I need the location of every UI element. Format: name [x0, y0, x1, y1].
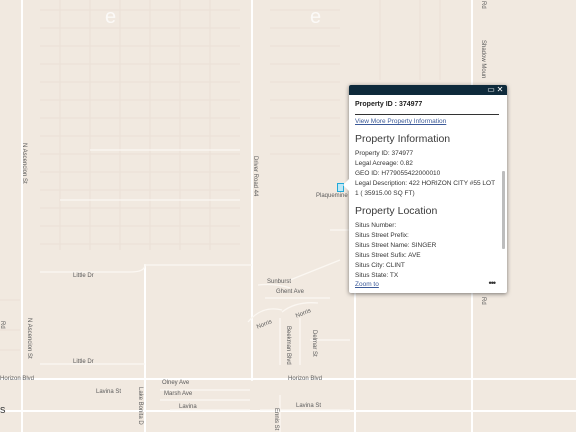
- road-label: Rd: [480, 297, 486, 305]
- popup-pointer: [343, 179, 349, 191]
- road-label: Marsh Ave: [164, 391, 193, 397]
- road-label: Lavina St: [296, 403, 322, 409]
- legal-acreage-row: Legal Acreage: 0.82: [355, 160, 413, 167]
- zoom-to-link[interactable]: Zoom to: [355, 281, 379, 288]
- more-actions-icon[interactable]: •••: [489, 278, 497, 288]
- property-popup: ▭ ✕ Property ID : 374977 View More Prope…: [343, 85, 507, 293]
- situs-state-row: Situs State: TX: [355, 272, 399, 279]
- road-label: Sunburst: [267, 279, 292, 285]
- popup-scrollbar[interactable]: [502, 129, 505, 329]
- scrollbar-thumb[interactable]: [502, 171, 505, 249]
- road-label: Horizon Blvd: [288, 376, 323, 382]
- road-label: Ennis St: [273, 408, 279, 431]
- road-label: Lavina St: [96, 389, 122, 395]
- situs-number-row: Situs Number:: [355, 222, 397, 229]
- road-label: Horizon Blvd: [0, 376, 35, 382]
- section-heading-property-information: Property Information: [355, 133, 451, 145]
- popup-content[interactable]: View More Property Information Property …: [355, 118, 499, 281]
- popup-title: Property ID : 374977: [355, 101, 423, 108]
- map-view[interactable]: e e N Ascencion St Driver Road 44 Shadow…: [0, 0, 576, 432]
- popup-header: ▭ ✕: [349, 85, 507, 95]
- legal-description-row: Legal Description: 422 HORIZON CITY #55 …: [355, 180, 495, 197]
- situs-street-name-row: Situs Street Name: SINGER: [355, 242, 437, 249]
- geo-id-row: GEO ID: H779055422000010: [355, 170, 441, 177]
- road-label: Little Dr: [73, 359, 94, 365]
- view-more-link[interactable]: View More Property Information: [355, 118, 499, 125]
- road-label: Lake Bonita D: [137, 387, 143, 425]
- road-label: Rd: [0, 321, 5, 329]
- map-watermark-label: e: [310, 6, 322, 28]
- popup-divider: [355, 114, 499, 115]
- situs-street-prefix-row: Situs Street Prefix:: [355, 232, 409, 239]
- road-label: Lavina: [179, 404, 197, 410]
- road-label: Ghent Ave: [276, 289, 304, 295]
- road-label: Shadow Moun: [480, 40, 486, 79]
- maximize-icon[interactable]: ▭: [487, 86, 495, 94]
- road-label: Olney Ave: [162, 380, 190, 386]
- map-watermark-label: e: [105, 6, 117, 28]
- section-heading-property-location: Property Location: [355, 205, 438, 217]
- road-label: Beekman Blvd: [285, 326, 291, 365]
- property-id-row: Property ID: 374977: [355, 150, 414, 157]
- road-label: Driver Road 44: [252, 156, 258, 197]
- road-label: N Ascencion St: [26, 318, 32, 359]
- situs-street-sufix-row: Situs Street Sufix: AVE: [355, 252, 421, 259]
- situs-city-row: Situs City: CLINT: [355, 262, 405, 269]
- close-icon[interactable]: ✕: [496, 86, 504, 94]
- road-label: N Ascencion St: [21, 143, 27, 184]
- road-label: Rd: [480, 1, 486, 9]
- road-label: Plaquemine: [316, 193, 348, 199]
- road-label: Delmar St: [311, 330, 317, 357]
- road-label: Little Dr: [73, 273, 94, 279]
- road-label: s: [0, 404, 6, 416]
